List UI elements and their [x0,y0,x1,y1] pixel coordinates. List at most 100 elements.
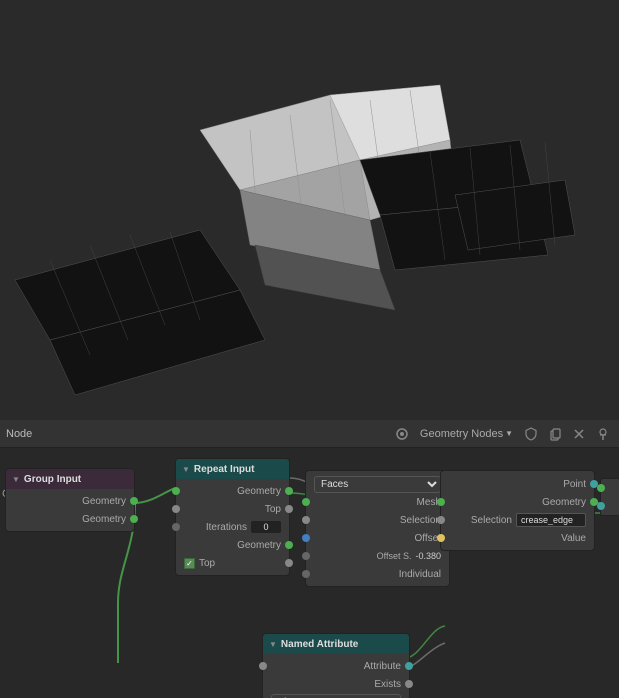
sel1-socket-in [302,516,310,524]
copy-icon[interactable] [545,424,565,444]
dropdown-arrow: ▼ [505,429,513,438]
offset-socket-in [302,534,310,542]
mesh-label: Mesh [314,497,441,508]
exists-socket-out [405,680,413,688]
individual-socket [302,570,310,578]
group-input-geometry2-row: Geometry [6,510,134,528]
node-group-input: ▼ Group Input Geometry Geometry [5,468,135,532]
float-row[interactable]: Float Vector Color Boolean Integer [263,693,409,698]
partial-socket-2 [597,502,605,510]
render-icon[interactable] [392,424,412,444]
mesh-socket-in [302,498,310,506]
geometry-output-socket [130,497,138,505]
geometry-label: Geometry [14,496,126,507]
group-input-collapse[interactable]: ▼ [12,475,20,484]
repeat-geom-in [172,487,180,495]
top-output-socket [285,559,293,567]
offset-s-label: Offset S. [314,551,411,561]
repeat-input-title: Repeat Input [194,464,255,475]
point-label: Point [449,479,586,490]
repeat-geom-label: Geometry [184,486,281,497]
exists-row: Exists [263,675,409,693]
breadcrumb: Node [6,428,32,440]
named-attr-body: Attribute Exists Float Vector Color Bool… [263,654,409,698]
selection-row1: Selection [306,511,449,529]
set-val-in [437,534,445,542]
header-left: Node [6,428,388,440]
node-named-attr: ▼ Named Attribute Attribute Exists [262,633,410,698]
set-geom-in [437,498,445,506]
3d-viewport[interactable] [0,0,619,420]
group-input-title: Group Input [24,474,81,485]
attr-socket-out [405,662,413,670]
top-checkbox-label: Top [199,558,281,569]
geom-out-label: Geometry [184,540,281,551]
repeat-input-header: ▼ Repeat Input [176,459,289,479]
repeat-top-in [172,505,180,513]
named-attr-collapse[interactable]: ▼ [269,640,277,649]
repeat-geometry-row: Geometry [176,482,289,500]
point-row: Point [441,475,594,493]
group-input-geometry-row: Geometry [6,492,134,510]
repeat-iter-socket [172,523,180,531]
repeat-input-collapse[interactable]: ▼ [182,465,190,474]
header-right: Geometry Nodes ▼ [392,424,613,444]
set-selection-row: Selection [441,511,594,529]
selection-label1: Selection [314,515,441,526]
geometry-nodes-label: Geometry Nodes [420,428,503,440]
offset-row: Offset [306,529,449,547]
repeat-input-body: Geometry Top Iterations Geometry [176,479,289,575]
repeat-geom-out-row: Geometry [176,536,289,554]
close-icon[interactable] [569,424,589,444]
extrude-body: Faces Edges Vertices Mesh Selection [306,471,449,586]
individual-label: Individual [314,569,441,580]
exists-label: Exists [271,679,401,690]
tree-dropdown[interactable]: Geometry Nodes ▼ [416,424,517,444]
repeat-iterations-row: Iterations [176,518,289,536]
node-partial-right [600,478,619,516]
set-sel-in [437,516,445,524]
float-select[interactable]: Float Vector Color Boolean Integer [271,694,401,698]
geometry2-label: Geometry [14,514,126,525]
attribute-label: Attribute [271,661,401,672]
iterations-input[interactable] [251,521,281,533]
repeat-geom-out [285,487,293,495]
set-val-label: Value [449,533,586,544]
set-geom-row: Geometry [441,493,594,511]
individual-row: Individual [306,565,449,583]
node-group-input-header: ▼ Group Input [6,469,134,489]
editor-header: Node Geometry Nodes ▼ [0,420,619,448]
faces-dropdown-row[interactable]: Faces Edges Vertices [306,475,449,493]
top-checkbox[interactable]: ✓ [184,558,195,569]
node-editor: Node Geometry Nodes ▼ [0,420,619,698]
selection-value-input[interactable] [516,513,586,527]
named-attr-title: Named Attribute [281,639,358,650]
node-extrude: Faces Edges Vertices Mesh Selection [305,470,450,587]
set-pos-body: Point Geometry Selection [441,471,594,550]
offsets-socket-in [302,552,310,560]
set-sel-label: Selection [449,515,512,526]
pushpin-icon[interactable] [593,424,613,444]
set-value-row: Value [441,529,594,547]
named-attr-header: ▼ Named Attribute [263,634,409,654]
attribute-row: Attribute [263,657,409,675]
shield-icon[interactable] [521,424,541,444]
node-repeat-input: ▼ Repeat Input Geometry Top [175,458,290,576]
set-geom-label: Geometry [449,497,586,508]
partial-socket-1 [597,484,605,492]
offset-s-value: -0.380 [415,551,441,561]
node-group-input-body: Geometry Geometry [6,489,134,531]
repeat-iter-label: Iterations [184,522,247,533]
attr-socket-in [259,662,267,670]
geom-output-socket [285,541,293,549]
repeat-top-label: Top [184,504,281,515]
node-canvas[interactable]: Geometry Nodes ▼ Group Input Geometry Ge… [0,448,619,698]
repeat-top-out [285,505,293,513]
mesh-row: Mesh [306,493,449,511]
offset-s-row: Offset S. -0.380 [306,547,449,565]
repeat-top-checkbox-row: ✓ Top [176,554,289,572]
repeat-top-row: Top [176,500,289,518]
geometry2-output-socket [130,515,138,523]
node-set-pos: Point Geometry Selection [440,470,595,551]
faces-select[interactable]: Faces Edges Vertices [314,476,441,493]
